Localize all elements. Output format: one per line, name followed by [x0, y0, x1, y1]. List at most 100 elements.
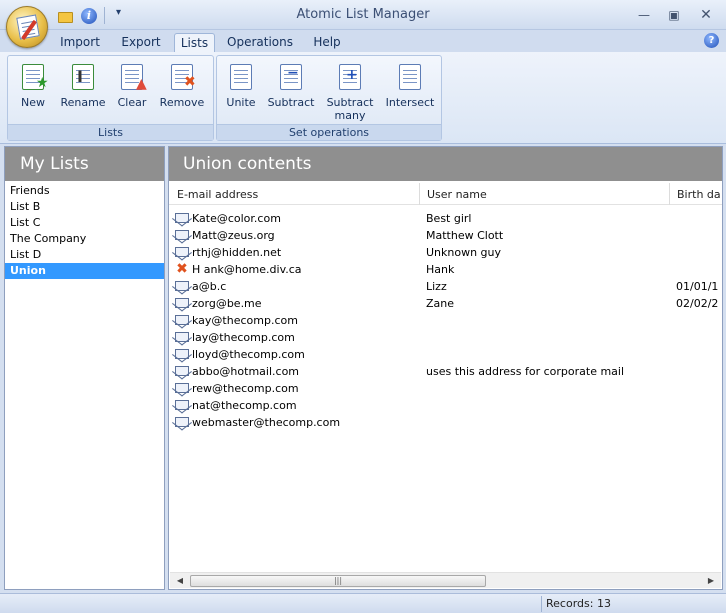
mail-icon [175, 247, 189, 257]
list-item-friends[interactable]: Friends [5, 183, 164, 199]
subtract-many-button[interactable]: + Subtract many [322, 62, 378, 122]
list-item-union[interactable]: Union [5, 263, 164, 279]
ribbon-group-set-operations: Unite − Subtract + Subtract many Intersec… [216, 55, 442, 141]
tab-export[interactable]: Export [114, 33, 168, 53]
column-header-email[interactable]: E-mail address [169, 181, 419, 205]
mail-icon [175, 281, 189, 291]
email-cell: webmaster@thecomp.com [192, 416, 341, 429]
rename-list-button[interactable]: I Rename [58, 62, 108, 109]
user-name-cell: Matthew Clott [426, 229, 504, 242]
scrollbar-thumb[interactable]: ||| [190, 575, 486, 587]
table-row[interactable]: Kate@color.com Best girl [169, 210, 722, 227]
tab-help[interactable]: Help [309, 33, 345, 53]
clear-list-button[interactable]: ▲ Clear [113, 62, 151, 109]
intersect-button[interactable]: Intersect [382, 62, 438, 109]
subtract-button[interactable]: − Subtract [265, 62, 317, 109]
intersect-icon [399, 64, 421, 90]
table-row[interactable]: webmaster@thecomp.com [169, 414, 722, 431]
unite-button[interactable]: Unite [223, 62, 259, 109]
records-count: Records: 13 [546, 597, 611, 610]
email-cell: abbo@hotmail.com [192, 365, 300, 378]
table-row[interactable]: rthj@hidden.net Unknown guy [169, 244, 722, 261]
table-row[interactable]: ✖ H ank@home.div.ca Hank [169, 261, 722, 278]
email-cell: lay@thecomp.com [192, 331, 295, 344]
scroll-left-arrow-icon[interactable]: ◀ [172, 573, 188, 589]
table-row[interactable]: nat@thecomp.com [169, 397, 722, 414]
invalid-x-icon: ✖ [176, 261, 188, 277]
email-cell: rew@thecomp.com [192, 382, 299, 395]
maximize-button[interactable]: ▣ [663, 6, 685, 24]
table-row[interactable]: lay@thecomp.com [169, 329, 722, 346]
email-cell: Matt@zeus.org [192, 229, 275, 242]
table-row[interactable]: rew@thecomp.com [169, 380, 722, 397]
user-name-cell: Lizz [426, 280, 447, 293]
intersect-label: Intersect [385, 96, 435, 109]
new-list-button[interactable]: ★ New [15, 62, 51, 109]
column-header-user-name[interactable]: User name [419, 181, 669, 205]
contacts-table: Kate@color.com Best girl Matt@zeus.org Matt… [169, 205, 722, 431]
tab-import[interactable]: Import [52, 33, 108, 53]
lists-container: Friends List B List C The Company List D… [5, 181, 164, 279]
list-item-list-d[interactable]: List D [5, 247, 164, 263]
remove-label: Remove [159, 96, 205, 109]
window-title: Atomic List Manager [296, 7, 430, 22]
contents-title: Union contents [169, 147, 722, 181]
help-icon[interactable]: ? [704, 33, 719, 48]
table-row[interactable]: kay@thecomp.com [169, 312, 722, 329]
subtract-many-label: Subtract many [326, 96, 374, 122]
mail-icon [175, 230, 189, 240]
tab-operations[interactable]: Operations [224, 33, 296, 53]
menu-tabs: Import Export Lists Operations Help [0, 30, 726, 53]
user-name-cell: Best girl [426, 212, 472, 225]
new-label: New [21, 96, 45, 109]
list-item-the-company[interactable]: The Company [5, 231, 164, 247]
email-cell: a@b.c [192, 280, 227, 293]
table-row[interactable]: a@b.c Lizz 01/01/1 [169, 278, 722, 295]
status-divider [541, 596, 542, 612]
mail-icon [175, 383, 189, 393]
column-headers: E-mail address User name Birth da [169, 181, 722, 205]
user-name-cell: uses this address for corporate mail [426, 365, 625, 378]
subtract-label: Subtract [267, 96, 315, 109]
birth-date-cell: 01/01/1 [676, 280, 719, 293]
clear-label: Clear [117, 96, 147, 109]
my-lists-title: My Lists [5, 147, 164, 181]
email-cell: H ank@home.div.ca [192, 263, 302, 276]
scroll-right-arrow-icon[interactable]: ▶ [703, 573, 719, 589]
mail-icon [175, 366, 189, 376]
title-bar: i ▾ Atomic List Manager — ▣ ✕ [0, 0, 726, 48]
mail-icon [175, 417, 189, 427]
mail-icon [175, 349, 189, 359]
mail-icon [175, 400, 189, 410]
user-name-cell: Hank [426, 263, 455, 276]
table-row[interactable]: abbo@hotmail.com uses this address for co… [169, 363, 722, 380]
list-contents-panel: Union contents E-mail address User name … [168, 146, 723, 590]
birth-date-cell: 02/02/2 [676, 297, 719, 310]
table-row[interactable]: Matt@zeus.org Matthew Clott [169, 227, 722, 244]
status-bar: Records: 13 [0, 593, 726, 613]
table-row[interactable]: zorg@be.me Zane 02/02/2 [169, 295, 722, 312]
column-header-birth-date[interactable]: Birth da [669, 181, 722, 205]
horizontal-scrollbar[interactable]: ◀ ||| ▶ [170, 572, 721, 588]
email-cell: kay@thecomp.com [192, 314, 298, 327]
close-button[interactable]: ✕ [695, 6, 717, 24]
app-menu-button[interactable] [6, 6, 48, 48]
mail-icon [175, 213, 189, 223]
list-item-list-c[interactable]: List C [5, 215, 164, 231]
table-row[interactable]: lloyd@thecomp.com [169, 346, 722, 363]
list-item-list-b[interactable]: List B [5, 199, 164, 215]
mail-icon [175, 298, 189, 308]
email-cell: nat@thecomp.com [192, 399, 297, 412]
tab-lists[interactable]: Lists [174, 33, 215, 53]
unite-icon [230, 64, 252, 90]
email-cell: zorg@be.me [192, 297, 262, 310]
unite-label: Unite [226, 96, 256, 109]
my-lists-panel: My Lists Friends List B List C The Compa… [4, 146, 165, 590]
rename-label: Rename [60, 96, 106, 109]
email-cell: rthj@hidden.net [192, 246, 282, 259]
ribbon-group-label-lists: Lists [8, 124, 213, 140]
email-cell: lloyd@thecomp.com [192, 348, 305, 361]
remove-list-button[interactable]: ✖ Remove [156, 62, 208, 109]
email-cell: Kate@color.com [192, 212, 281, 225]
minimize-button[interactable]: — [633, 6, 655, 24]
